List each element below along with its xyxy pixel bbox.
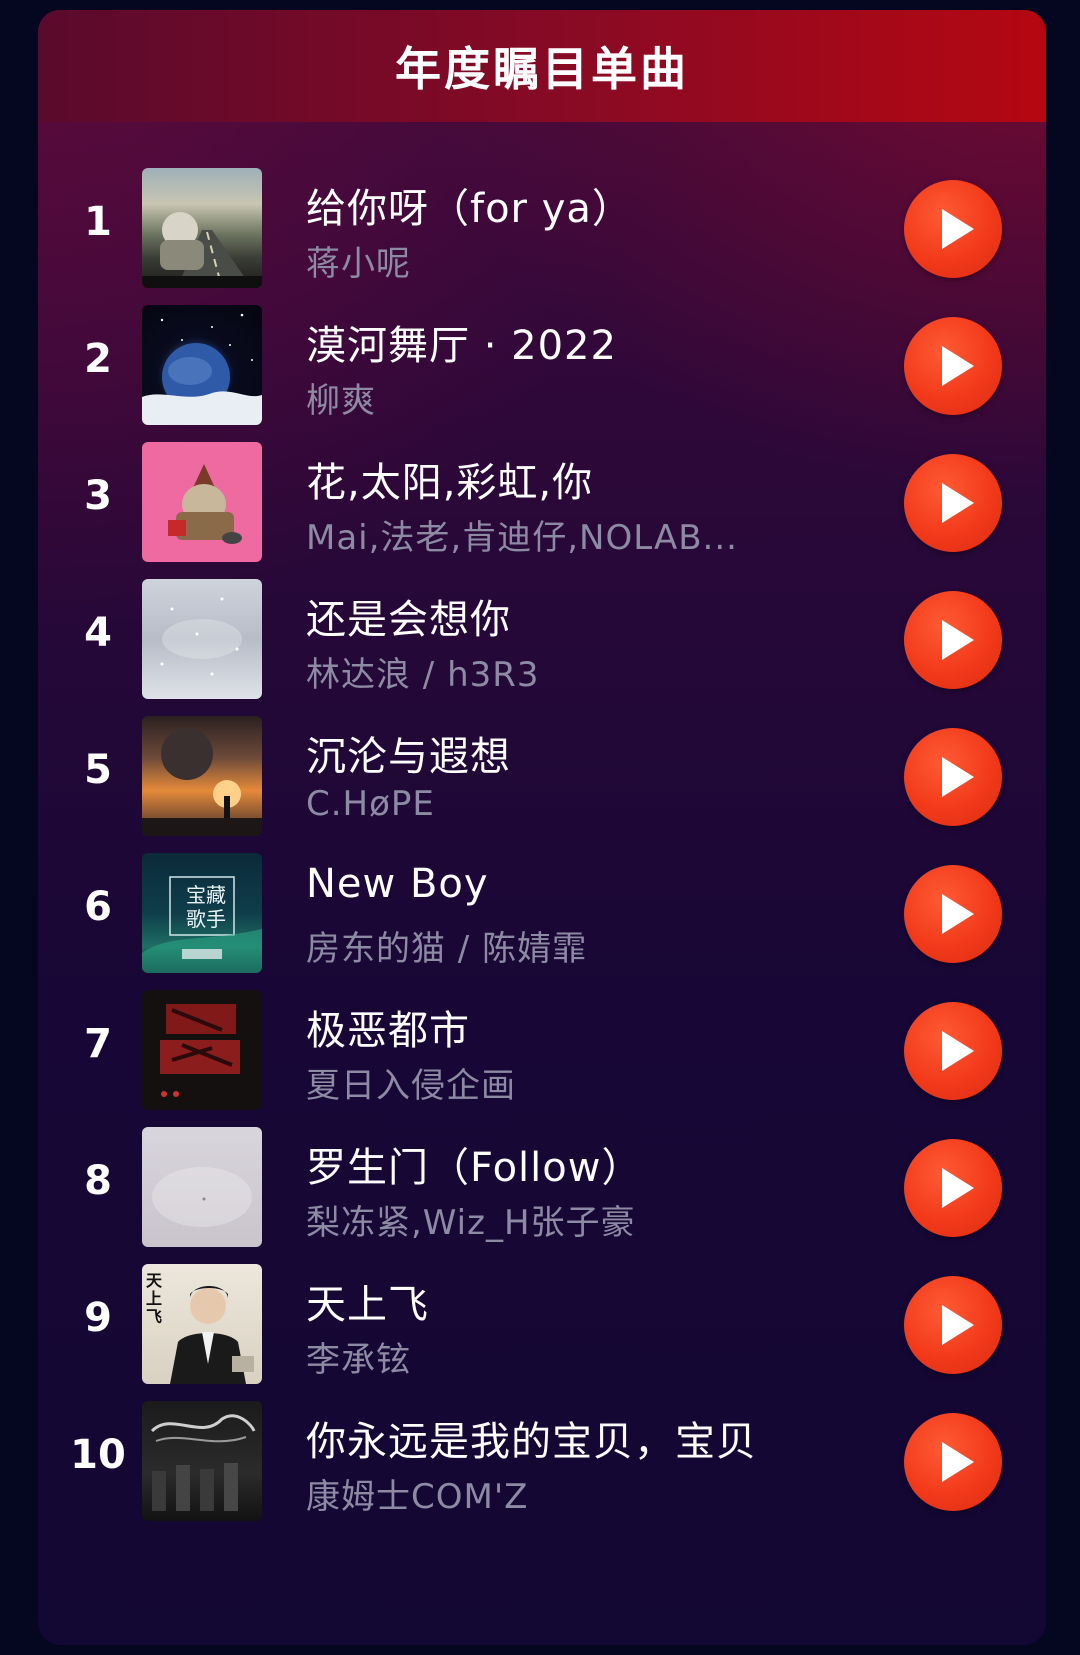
page-title: 年度瞩目单曲 [395,42,689,96]
song-rank: 1 [84,199,112,245]
song-artist[interactable]: 蒋小呢 [306,236,411,285]
song-row-6[interactable]: 6 宝藏 歌手 New Boy 房东的猫 / 陈婧霏 [38,853,1046,975]
song-artist[interactable]: C.HøPE [306,784,435,824]
album-cover[interactable] [142,716,262,836]
play-button[interactable] [904,1139,1002,1237]
song-artist[interactable]: 柳爽 [306,373,376,422]
play-icon [942,1168,974,1208]
album-cover[interactable] [142,990,262,1110]
song-rank: 3 [84,473,112,519]
play-icon [942,483,974,523]
play-button[interactable] [904,454,1002,552]
album-cover[interactable]: 宝藏 歌手 [142,853,262,973]
play-button[interactable] [904,591,1002,689]
play-icon [942,894,974,934]
play-button[interactable] [904,1413,1002,1511]
song-title[interactable]: 花,太阳,彩虹,你 [306,450,593,508]
song-title[interactable]: 极恶都市 [306,998,470,1056]
song-row-5[interactable]: 5 沉沦与遐想 C.HøPE [38,716,1046,838]
song-title[interactable]: New Boy [306,861,489,907]
song-rank: 5 [84,747,112,793]
song-artist[interactable]: 房东的猫 / 陈婧霏 [306,921,587,970]
play-button[interactable] [904,1276,1002,1374]
song-rank: 10 [70,1432,126,1478]
play-button[interactable] [904,317,1002,415]
song-artist[interactable]: Mai,法老,肯迪仔,NOLAB... [306,510,738,559]
play-icon [942,1031,974,1071]
song-rank: 7 [84,1021,112,1067]
song-title[interactable]: 漠河舞厅 · 2022 [306,313,617,371]
cover-text-line: 上 [146,1289,163,1308]
cover-text-line: 天 [146,1271,163,1290]
song-rank: 4 [84,610,112,656]
song-artist[interactable]: 林达浪 / h3R3 [306,647,540,696]
play-button[interactable] [904,1002,1002,1100]
cover-text-line: 飞 [146,1307,163,1326]
song-row-4[interactable]: 4 还是会想你 林达浪 / h3R3 [38,579,1046,701]
play-button[interactable] [904,180,1002,278]
song-title[interactable]: 还是会想你 [306,587,511,645]
red-calligraphy-cover-art [160,1004,240,1097]
song-row-7[interactable]: 7 极恶都市 夏日入侵企画 [38,990,1046,1112]
song-rank: 2 [84,336,112,382]
album-cover[interactable]: 天 上 飞 [142,1264,262,1384]
song-rank: 8 [84,1158,112,1204]
play-icon [942,1305,974,1345]
cover-text: 天 上 飞 [146,1272,166,1326]
card-header: 年度瞩目单曲 [38,10,1046,122]
song-title[interactable]: 给你呀（for ya） [306,176,633,234]
chart-card: 年度瞩目单曲 1 给你呀（for ya） 蒋小呢 2 漠河舞厅 · 2022 柳… [38,10,1046,1645]
play-icon [942,346,974,386]
song-row-9[interactable]: 9 天 上 飞 天上飞 李承铉 [38,1264,1046,1386]
song-title[interactable]: 沉沦与遐想 [306,724,511,782]
song-rank: 9 [84,1295,112,1341]
album-cover[interactable] [142,1127,262,1247]
song-row-10[interactable]: 10 你永远是我的宝贝，宝贝 康姆士COM'Z [38,1401,1046,1523]
sunset-figure-cover-art [142,728,262,836]
page: 年度瞩目单曲 1 给你呀（for ya） 蒋小呢 2 漠河舞厅 · 2022 柳… [0,0,1080,1655]
cover-text-line: 歌手 [186,907,226,931]
song-artist[interactable]: 梨冻紧,Wiz_H张子豪 [306,1195,636,1244]
play-icon [942,1442,974,1482]
album-cover[interactable] [142,579,262,699]
song-rank: 6 [84,884,112,930]
song-title[interactable]: 罗生门（Follow） [306,1135,642,1193]
dark-band-cover-art [150,1414,256,1511]
play-icon [942,620,974,660]
album-cover[interactable] [142,168,262,288]
song-title[interactable]: 你永远是我的宝贝，宝贝 [306,1409,757,1467]
album-cover[interactable] [142,1401,262,1521]
misty-grey-cover-art [152,1167,252,1227]
song-artist[interactable]: 康姆士COM'Z [306,1469,528,1518]
song-title[interactable]: 天上飞 [306,1272,429,1330]
play-icon [942,757,974,797]
song-artist[interactable]: 夏日入侵企画 [306,1058,516,1107]
planet-cover-art [142,313,262,425]
cover-text-line: 宝藏 [186,883,226,907]
album-cover[interactable] [142,305,262,425]
song-row-1[interactable]: 1 给你呀（for ya） 蒋小呢 [38,168,1046,290]
play-button[interactable] [904,865,1002,963]
pink-character-cover-art [168,464,242,544]
song-row-8[interactable]: 8 罗生门（Follow） 梨冻紧,Wiz_H张子豪 [38,1127,1046,1249]
cover-text: 宝藏 歌手 [186,883,226,931]
snowy-sky-cover-art [160,597,242,676]
album-cover[interactable] [142,442,262,562]
song-row-3[interactable]: 3 花,太阳,彩虹,你 Mai,法老,肯迪仔,NOLAB... [38,442,1046,564]
play-icon [942,209,974,249]
song-artist[interactable]: 李承铉 [306,1332,411,1381]
road-scene-cover-art [142,212,262,288]
song-row-2[interactable]: 2 漠河舞厅 · 2022 柳爽 [38,305,1046,427]
play-button[interactable] [904,728,1002,826]
